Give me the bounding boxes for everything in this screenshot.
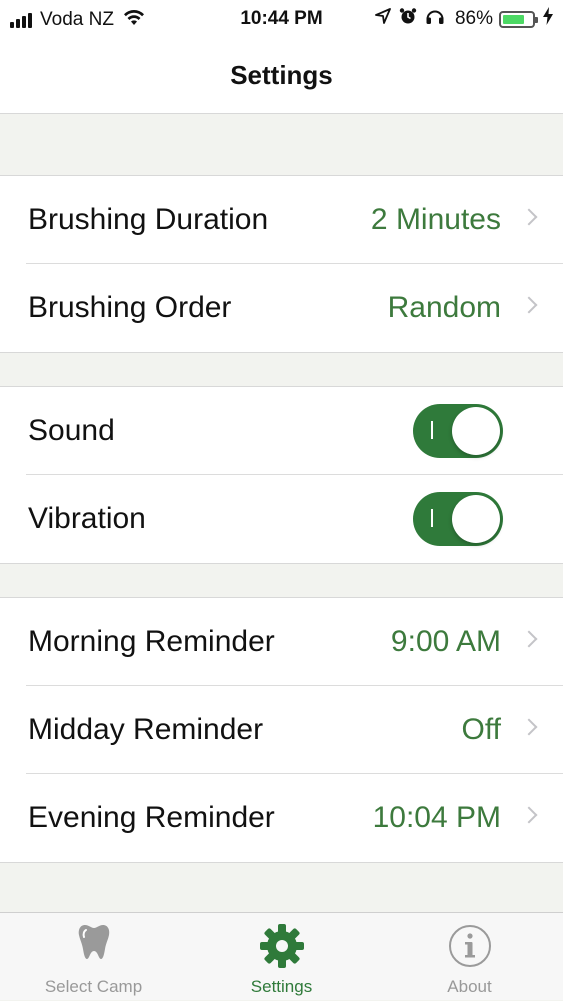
- status-right: 86%: [367, 7, 553, 31]
- chevron-right-icon: [520, 718, 538, 736]
- sound-label: Sound: [28, 414, 115, 447]
- brushing-order-label: Brushing Order: [28, 291, 232, 324]
- vibration-toggle[interactable]: [413, 492, 503, 546]
- tab-select-camp[interactable]: Select Camp: [0, 913, 187, 1001]
- battery-percent: 86%: [454, 8, 493, 29]
- alarm-icon: [399, 7, 417, 31]
- evening-reminder-label: Evening Reminder: [28, 801, 275, 834]
- tab-label: Select Camp: [44, 977, 143, 996]
- gear-icon: [188, 923, 375, 969]
- battery-fill: [503, 14, 524, 24]
- reminders-settings-group: Morning Reminder 9:00 AM Midday Reminder…: [0, 597, 563, 863]
- battery-icon: [499, 10, 538, 28]
- info-icon: [376, 923, 563, 969]
- morning-reminder-row[interactable]: Morning Reminder 9:00 AM: [0, 598, 563, 686]
- chevron-right-icon: [520, 630, 538, 648]
- midday-reminder-label: Midday Reminder: [28, 713, 264, 746]
- brushing-settings-group: Brushing Duration 2 Minutes Brushing Ord…: [0, 175, 563, 353]
- navigation-bar: Settings: [0, 40, 563, 114]
- chevron-right-icon: [520, 806, 538, 824]
- vibration-label: Vibration: [28, 502, 146, 535]
- brushing-duration-value: 2 Minutes: [370, 203, 501, 236]
- feedback-settings-group: Sound Vibration: [0, 386, 563, 564]
- brushing-order-row[interactable]: Brushing Order Random: [0, 264, 563, 352]
- charging-icon: [543, 7, 553, 31]
- midday-reminder-value: Off: [461, 713, 501, 746]
- chevron-right-icon: [520, 296, 538, 314]
- evening-reminder-value: 10:04 PM: [372, 801, 501, 834]
- sound-row: Sound: [0, 387, 563, 475]
- status-bar: Voda NZ 10:44 PM 86%: [0, 0, 563, 40]
- toggle-knob: [452, 495, 500, 543]
- brushing-duration-row[interactable]: Brushing Duration 2 Minutes: [0, 176, 563, 264]
- brushing-duration-label: Brushing Duration: [28, 203, 269, 236]
- tab-about[interactable]: About: [376, 913, 563, 1001]
- page-title: Settings: [230, 60, 333, 90]
- midday-reminder-row[interactable]: Midday Reminder Off: [0, 686, 563, 774]
- location-icon: [375, 8, 391, 30]
- tab-label: About: [447, 977, 492, 996]
- tab-settings[interactable]: Settings: [188, 913, 375, 1001]
- morning-reminder-label: Morning Reminder: [28, 625, 275, 658]
- sound-toggle[interactable]: [413, 404, 503, 458]
- tooth-icon: [0, 923, 187, 961]
- chevron-right-icon: [520, 208, 538, 226]
- vibration-row: Vibration: [0, 475, 563, 563]
- morning-reminder-value: 9:00 AM: [390, 625, 501, 658]
- toggle-knob: [452, 407, 500, 455]
- tab-bar: Select Camp Settings About: [0, 912, 563, 1000]
- tab-label: Settings: [250, 977, 313, 996]
- brushing-order-value: Random: [387, 291, 501, 324]
- headphones-icon: [425, 7, 445, 31]
- evening-reminder-row[interactable]: Evening Reminder 10:04 PM: [0, 774, 563, 862]
